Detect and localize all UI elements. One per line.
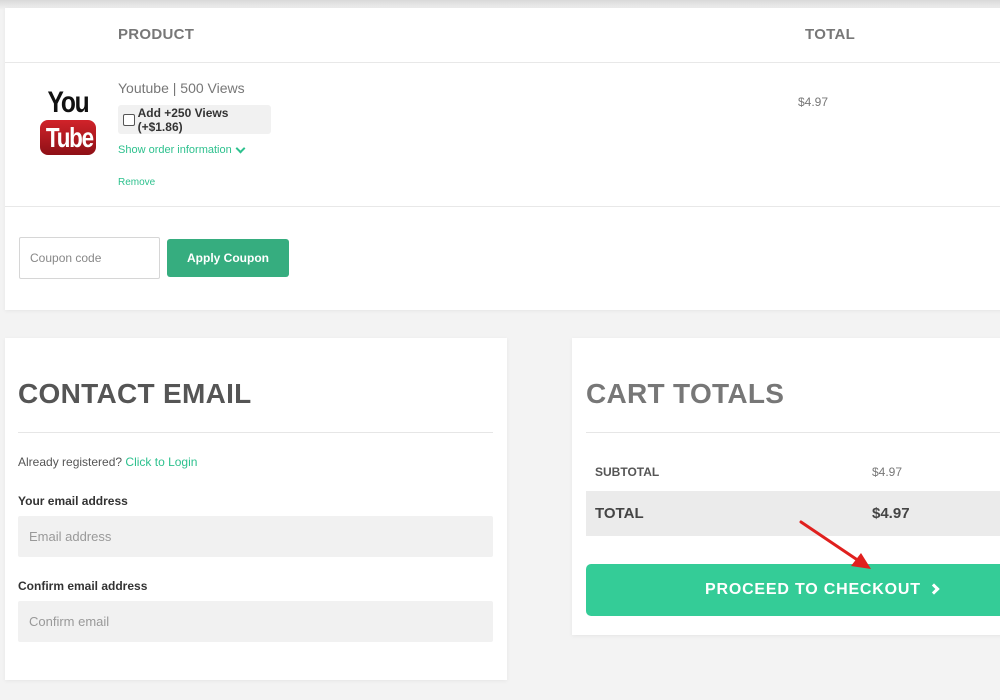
header-product: PRODUCT — [118, 26, 195, 43]
cart-table-header: PRODUCT TOTAL — [5, 8, 1000, 63]
youtube-logo-text-top: You — [47, 86, 90, 119]
coupon-code-input[interactable] — [19, 237, 160, 279]
total-row: TOTAL $4.97 — [586, 491, 1000, 536]
checkout-page: PRODUCT TOTAL You Tube Youtube | 500 Vie… — [0, 0, 1000, 700]
cart-table: PRODUCT TOTAL You Tube Youtube | 500 Vie… — [5, 8, 1000, 310]
youtube-logo-icon[interactable]: You Tube — [40, 87, 96, 155]
show-order-information-label: Show order information — [118, 144, 232, 156]
confirm-email-field-label: Confirm email address — [18, 579, 148, 593]
confirm-email-field[interactable] — [18, 601, 493, 642]
already-registered-text: Already registered? Click to Login — [18, 455, 197, 469]
red-arrow-icon — [799, 520, 871, 569]
header-total: TOTAL — [805, 26, 856, 43]
cart-totals-section: CART TOTALS SUBTOTAL $4.97 TOTAL $4.97 P… — [572, 338, 1000, 635]
subtotal-label: SUBTOTAL — [595, 465, 660, 479]
contact-email-section: CONTACT EMAIL Already registered? Click … — [5, 338, 507, 680]
checkbox-icon[interactable] — [123, 113, 135, 126]
already-registered-label: Already registered? — [18, 455, 123, 469]
addon-option[interactable]: Add +250 Views (+$1.86) — [118, 105, 271, 134]
total-label: TOTAL — [595, 505, 644, 522]
product-name: Youtube | 500 Views — [118, 80, 245, 96]
divider — [18, 432, 493, 433]
chevron-down-icon — [235, 143, 246, 153]
total-value: $4.97 — [872, 505, 910, 522]
item-price: $4.97 — [798, 95, 829, 109]
cart-item-row: You Tube Youtube | 500 Views Add +250 Vi… — [5, 63, 1000, 207]
click-to-login-link[interactable]: Click to Login — [125, 455, 197, 469]
email-field-label: Your email address — [18, 494, 128, 508]
addon-label: Add +250 Views (+$1.86) — [137, 105, 229, 134]
remove-item-link[interactable]: Remove — [118, 177, 155, 188]
email-field[interactable] — [18, 516, 493, 557]
checkout-label: PROCEED TO CHECKOUT — [705, 581, 921, 598]
show-order-information-link[interactable]: Show order information — [118, 143, 246, 156]
subtotal-value: $4.97 — [872, 465, 903, 479]
contact-email-title: CONTACT EMAIL — [18, 378, 252, 409]
chevron-right-icon — [928, 583, 940, 595]
youtube-logo-badge: Tube — [40, 120, 96, 155]
cart-totals-title: CART TOTALS — [586, 378, 785, 409]
divider — [586, 432, 1000, 433]
proceed-to-checkout-button[interactable]: PROCEED TO CHECKOUT — [586, 564, 1000, 616]
apply-coupon-button[interactable]: Apply Coupon — [167, 239, 289, 277]
youtube-logo-text-bottom: Tube — [45, 122, 94, 153]
